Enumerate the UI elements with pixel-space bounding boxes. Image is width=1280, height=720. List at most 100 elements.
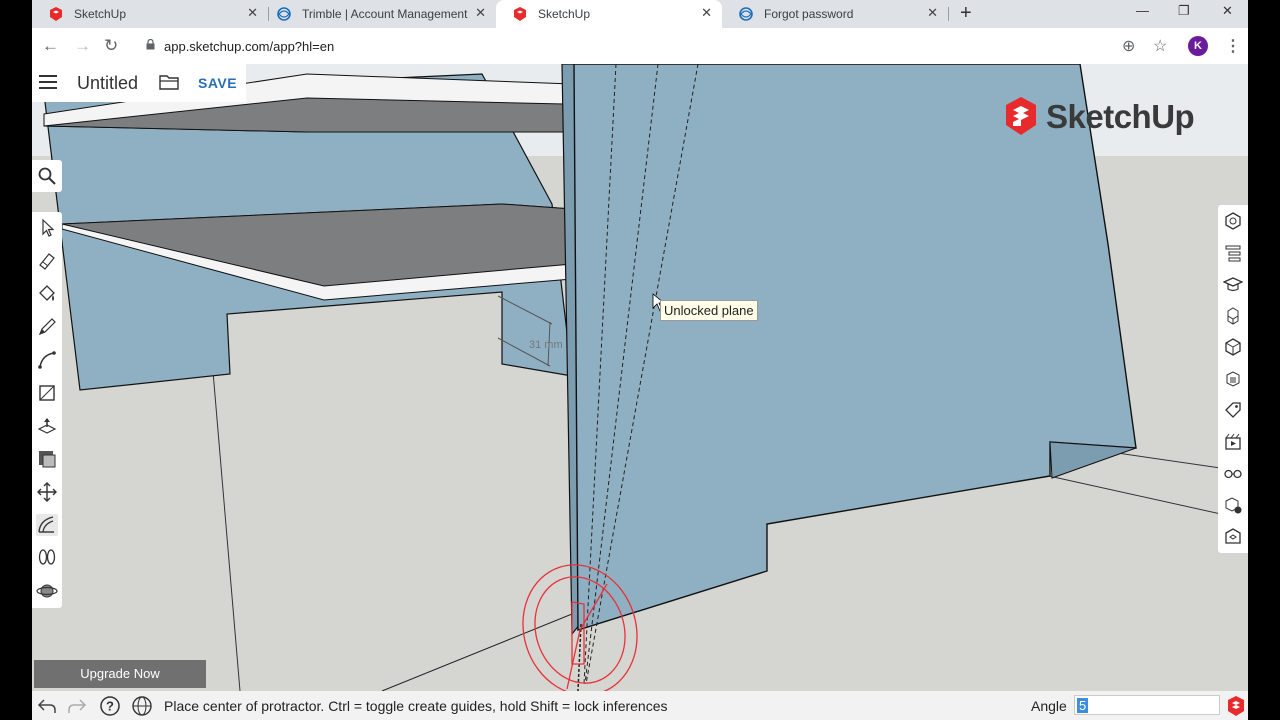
tab-close-icon[interactable]: ✕ — [475, 5, 486, 21]
redo-icon[interactable] — [66, 695, 88, 717]
tape-measure-icon — [38, 549, 56, 565]
help-icon[interactable]: ? — [99, 695, 121, 717]
upgrade-now-button[interactable]: Upgrade Now — [34, 660, 206, 688]
tab-sketchup-1[interactable]: SketchUp ✕ — [32, 0, 268, 28]
tags-button[interactable] — [1223, 400, 1243, 420]
address-bar-url[interactable]: app.sketchup.com/app?hl=en — [164, 39, 334, 54]
scenes-icon — [1225, 433, 1241, 450]
measurements-value: 5 — [1077, 698, 1089, 713]
tab-title: SketchUp — [74, 7, 127, 21]
hamburger-menu-icon[interactable] — [39, 74, 57, 90]
solid-inspector-button[interactable] — [1223, 495, 1243, 515]
arc-tool-button[interactable] — [36, 349, 58, 371]
globe-icon[interactable] — [131, 695, 153, 717]
outliner-button[interactable] — [1223, 243, 1243, 263]
dimension-label: 31 mm — [529, 339, 563, 351]
materials-icon — [1225, 338, 1241, 356]
tab-title: Forgot password — [764, 7, 854, 21]
save-button[interactable]: SAVE — [198, 75, 237, 91]
select-icon — [42, 218, 55, 237]
tab-trimble-account[interactable]: Trimble | Account Management ✕ — [260, 0, 496, 28]
components-button[interactable] — [1223, 306, 1243, 326]
3d-model-scene — [32, 64, 1248, 691]
entity-info-icon — [1225, 212, 1241, 230]
protractor-tool-button[interactable] — [36, 514, 58, 536]
move-tool-button[interactable] — [36, 481, 58, 503]
display-button[interactable] — [1223, 463, 1243, 483]
entity-info-button[interactable] — [1223, 211, 1243, 231]
orbit-tool-button[interactable] — [36, 580, 58, 602]
rectangle-tool-button[interactable] — [36, 382, 58, 404]
minimize-button[interactable]: — — [1136, 3, 1149, 18]
arc-icon — [38, 351, 56, 369]
window-close-button[interactable]: ✕ — [1222, 3, 1233, 19]
tape-measure-tool-button[interactable] — [36, 547, 58, 569]
instructor-icon — [1222, 277, 1244, 292]
tab-close-icon[interactable]: ✕ — [247, 5, 258, 21]
status-message: Place center of protractor. Ctrl = toggl… — [164, 698, 668, 714]
tab-title: Trimble | Account Management — [302, 7, 468, 21]
scenes-button[interactable] — [1223, 432, 1243, 452]
search-panel — [32, 160, 62, 192]
tab-close-icon[interactable]: ✕ — [927, 5, 938, 21]
logo-text: SketchUp — [1046, 98, 1195, 135]
sketchup-favicon-icon — [514, 7, 526, 21]
open-folder-icon[interactable] — [159, 74, 179, 90]
orbit-icon — [36, 584, 58, 598]
move-icon — [37, 482, 57, 502]
glasses-icon — [1224, 469, 1242, 479]
solid-inspector-icon — [1225, 497, 1242, 514]
materials-button[interactable] — [1223, 337, 1243, 357]
trimble-favicon-icon — [739, 7, 753, 21]
bookmark-star-icon[interactable]: ☆ — [1153, 36, 1167, 56]
push-pull-icon — [37, 418, 57, 434]
undo-icon[interactable] — [36, 695, 58, 717]
tab-forgot-password[interactable]: Forgot password ✕ — [722, 0, 948, 28]
tab-title: SketchUp — [538, 7, 591, 21]
reload-icon[interactable]: ↻ — [104, 36, 118, 56]
app-top-bar: Untitled SAVE — [32, 64, 246, 102]
sketchup-logo-icon — [1006, 97, 1036, 135]
lock-icon — [146, 39, 155, 50]
styles-button[interactable] — [1223, 369, 1243, 389]
left-toolbar — [32, 212, 62, 608]
instructor-button[interactable] — [1222, 274, 1244, 294]
offset-tool-button[interactable] — [36, 448, 58, 470]
paint-bucket-icon — [39, 285, 55, 301]
pencil-tool-button[interactable] — [36, 316, 58, 338]
profile-avatar[interactable]: K — [1188, 36, 1208, 56]
model-title[interactable]: Untitled — [77, 73, 138, 94]
search-icon[interactable] — [38, 167, 56, 185]
sketchup-favicon-icon — [50, 7, 62, 21]
sketchup-logo-icon — [1228, 696, 1244, 716]
browser-menu-icon[interactable]: ⋮ — [1225, 36, 1241, 56]
tab-strip: SketchUp ✕ Trimble | Account Management … — [32, 0, 1248, 28]
paint-bucket-tool-button[interactable] — [36, 283, 58, 305]
tag-icon — [1225, 402, 1241, 418]
back-arrow-icon[interactable]: ← — [42, 36, 59, 56]
tab-separator — [948, 7, 949, 21]
protractor-icon — [38, 516, 54, 533]
install-app-icon[interactable]: ⊕ — [1122, 36, 1135, 56]
svg-text:?: ? — [106, 699, 114, 714]
eraser-icon — [39, 253, 55, 270]
tab-sketchup-active[interactable]: SketchUp ✕ — [496, 0, 722, 28]
select-tool-button[interactable] — [36, 217, 58, 239]
forward-arrow-icon[interactable]: → — [74, 36, 91, 56]
status-bar: ? Place center of protractor. Ctrl = tog… — [32, 691, 1248, 720]
rectangle-icon — [39, 385, 55, 401]
3d-warehouse-button[interactable] — [1223, 526, 1243, 546]
3d-warehouse-icon — [1225, 528, 1241, 544]
new-tab-button[interactable]: + — [960, 2, 972, 25]
eraser-tool-button[interactable] — [36, 250, 58, 272]
modeling-viewport[interactable]: Untitled SAVE SketchUp Unlocked plane 31… — [32, 64, 1248, 691]
pencil-icon — [38, 318, 56, 336]
right-panel-toolbar — [1218, 205, 1248, 553]
sketchup-logo: SketchUp — [1002, 96, 1202, 138]
restore-button[interactable]: ❐ — [1178, 3, 1190, 19]
tab-close-icon[interactable]: ✕ — [701, 5, 712, 21]
measurements-input[interactable] — [1074, 695, 1220, 715]
browser-toolbar: ← → ↻ app.sketchup.com/app?hl=en ⊕ ☆ K ⋮ — [32, 28, 1248, 65]
trimble-favicon-icon — [277, 7, 291, 21]
push-pull-tool-button[interactable] — [36, 415, 58, 437]
